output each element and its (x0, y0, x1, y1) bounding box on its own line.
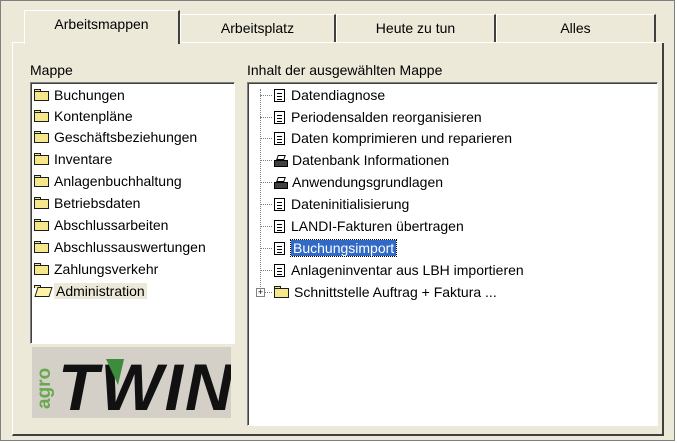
tree-line (260, 160, 272, 162)
folder-label: Geschäftsbeziehungen (54, 129, 198, 145)
logo-small-text: agro (34, 368, 55, 409)
folder-item[interactable]: Zahlungsverkehr (34, 259, 158, 280)
content-label: Buchungsimport (289, 239, 398, 257)
tree-line (260, 182, 272, 184)
logo-graphic: agro TWIN (34, 350, 231, 418)
folder-item[interactable]: Abschlussauswertungen (34, 237, 206, 258)
folder-label: Zahlungsverkehr (54, 261, 159, 277)
tree-line (260, 226, 272, 228)
folder-item[interactable]: Anlagenbuchhaltung (34, 171, 182, 192)
mappe-heading: Mappe (30, 62, 73, 78)
document-icon (274, 132, 285, 145)
content-label: Schnittstelle Auftrag + Faktura ... (294, 284, 497, 300)
document-icon (274, 89, 285, 102)
agrotwin-logo: agro TWIN (32, 347, 231, 418)
folder-label: Abschlussauswertungen (54, 239, 206, 255)
content-item[interactable]: Periodensalden reorganisieren (274, 107, 482, 128)
content-label: Datendiagnose (291, 87, 386, 103)
tree-line (260, 204, 272, 206)
content-label: LANDI-Fakturen übertragen (291, 218, 464, 234)
content-item[interactable]: LANDI-Fakturen übertragen (274, 216, 464, 237)
folder-label: Buchungen (54, 87, 125, 103)
folder-icon (34, 175, 50, 187)
folder-icon (34, 263, 50, 275)
document-icon (274, 111, 285, 124)
folder-icon (34, 219, 50, 231)
printer-icon (274, 155, 288, 167)
content-label: Dateninitialisierung (291, 196, 410, 212)
tab-arbeitsplatz[interactable]: Arbeitsplatz (180, 14, 336, 42)
tab-alles[interactable]: Alles (496, 14, 656, 42)
content-item[interactable]: Datendiagnose (274, 85, 385, 106)
folder-label: Abschlussarbeiten (54, 217, 169, 233)
folder-item[interactable]: Geschäftsbeziehungen (34, 127, 197, 148)
folder-label: Administration (54, 283, 147, 299)
folder-icon (34, 131, 50, 143)
content-label: Datenbank Informationen (292, 152, 450, 168)
content-heading: Inhalt der ausgewählten Mappe (247, 62, 443, 78)
content-label: Anlageninventar aus LBH importieren (291, 262, 524, 278)
content-item[interactable]: Daten komprimieren und reparieren (274, 128, 512, 149)
document-icon (274, 220, 285, 233)
tree-line (260, 95, 272, 97)
tree-line (260, 89, 262, 297)
folder-label: Kontenpläne (54, 108, 133, 124)
tab-arbeitsmappen[interactable]: Arbeitsmappen (24, 10, 180, 44)
content-label: Daten komprimieren und reparieren (291, 130, 512, 146)
folder-label: Anlagenbuchhaltung (54, 173, 182, 189)
printer-icon (274, 177, 288, 189)
content-item[interactable]: Anwendungsgrundlagen (274, 172, 443, 193)
tab-heute-zu-tun[interactable]: Heute zu tun (336, 14, 496, 42)
content-label: Periodensalden reorganisieren (291, 109, 482, 125)
open-folder-icon (34, 285, 53, 297)
folder-icon (34, 89, 50, 101)
content-item[interactable]: Datenbank Informationen (274, 150, 449, 171)
folder-icon (34, 241, 50, 253)
folder-icon (274, 286, 290, 298)
folder-item[interactable]: Abschlussarbeiten (34, 215, 168, 236)
tree-line (260, 117, 272, 119)
folder-icon (34, 197, 50, 209)
tree-line (260, 138, 272, 140)
folder-item-selected[interactable]: Administration (34, 281, 147, 302)
folder-label: Betriebsdaten (54, 195, 141, 211)
folder-icon (34, 153, 50, 165)
tree-line (265, 292, 272, 294)
folder-item[interactable]: Inventare (34, 149, 112, 170)
tree-line (260, 248, 272, 250)
content-folder-item[interactable]: Schnittstelle Auftrag + Faktura ... (274, 282, 497, 303)
logo-big-text: TWIN (58, 350, 231, 418)
content-item-selected[interactable]: Buchungsimport (274, 238, 398, 259)
content-item[interactable]: Anlageninventar aus LBH importieren (274, 260, 524, 281)
document-icon (274, 242, 285, 255)
folder-label: Inventare (54, 151, 113, 167)
content-tree[interactable]: Datendiagnose Periodensalden reorganisie… (247, 82, 658, 426)
folder-item[interactable]: Buchungen (34, 85, 125, 106)
folder-icon (34, 110, 50, 122)
content-label: Anwendungsgrundlagen (292, 174, 444, 190)
folder-item[interactable]: Kontenpläne (34, 106, 133, 127)
document-icon (274, 198, 285, 211)
expand-plus-icon[interactable]: + (256, 288, 265, 297)
folder-list[interactable]: Buchungen Kontenpläne Geschäftsbeziehung… (30, 82, 235, 344)
document-icon (274, 264, 285, 277)
tree-line (260, 270, 272, 272)
content-item[interactable]: Dateninitialisierung (274, 194, 409, 215)
folder-item[interactable]: Betriebsdaten (34, 193, 140, 214)
